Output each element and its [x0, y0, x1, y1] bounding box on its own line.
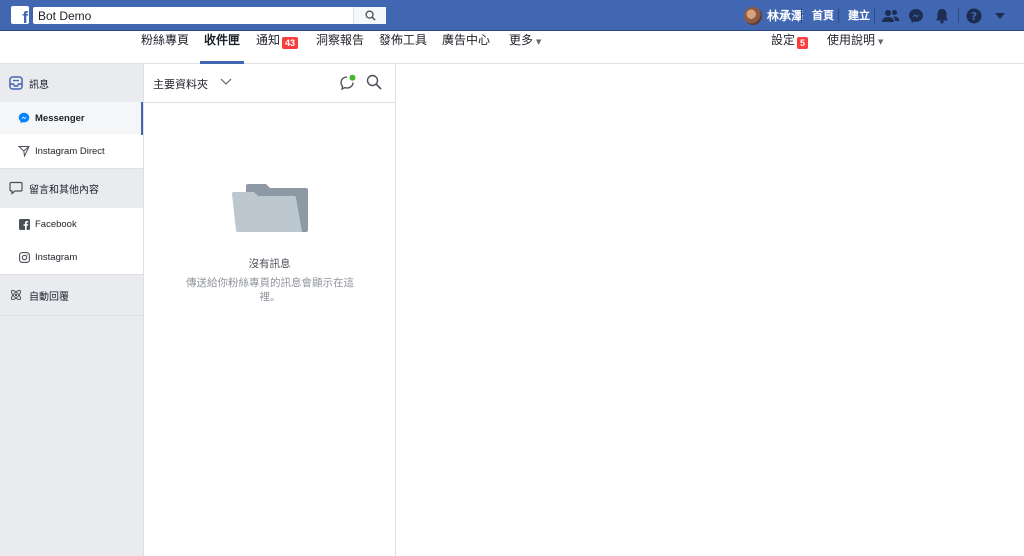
paper-plane-icon [18, 145, 30, 157]
help-question-icon[interactable]: ? [964, 6, 984, 26]
sidebar-item-label: Instagram Direct [35, 145, 105, 157]
nav-notifications[interactable]: 通知 43 [256, 31, 299, 64]
inbox-tray-icon [9, 76, 23, 90]
empty-state-description: 傳送給你粉絲專頁的訊息會顯示在這裡。 [186, 277, 354, 303]
home-link[interactable]: 首頁 [812, 8, 834, 23]
divider [958, 8, 959, 23]
folder-dropdown-label[interactable]: 主要資料夾 [153, 76, 208, 92]
nav-more-label: 更多 [509, 33, 534, 47]
sidebar-section-label: 自動回覆 [29, 291, 69, 303]
account-menu-chevron-down-icon[interactable] [990, 6, 1010, 26]
caret-down-icon: ▼ [536, 38, 542, 46]
sidebar-section-label: 留言和其他內容 [29, 184, 99, 196]
avatar [744, 6, 762, 25]
nav-help-label: 使用說明 [827, 33, 876, 47]
page-nav-bar: 粉絲專頁 收件匣 通知 43 洞察報告 發佈工具 廣告中心 更多 ▼ 設定 5 使用說… [0, 31, 1024, 64]
facebook-icon [18, 218, 30, 230]
caret-down-icon: ▼ [878, 38, 884, 46]
divider [874, 8, 875, 23]
divider [0, 315, 143, 316]
sidebar-section-messages[interactable]: 訊息 [0, 64, 143, 102]
nav-insights[interactable]: 洞察報告 [316, 31, 364, 64]
sidebar-item-facebook[interactable]: Facebook [0, 208, 143, 241]
nav-help[interactable]: 使用說明 ▼ [827, 31, 883, 64]
sidebar-item-label: Instagram [35, 251, 78, 263]
nav-page[interactable]: 粉絲專頁 [141, 31, 189, 64]
nav-notifications-label: 通知 [256, 33, 281, 47]
profile-link[interactable]: 林承澤 [744, 6, 804, 25]
sidebar-section-auto-reply[interactable]: 自動回覆 [0, 276, 143, 314]
create-link[interactable]: 建立 [848, 8, 870, 23]
search-icon[interactable] [366, 74, 382, 90]
sidebar-item-messenger[interactable]: Messenger [0, 102, 143, 135]
conversation-list-panel: 主要資料夾 沒有訊息 傳送給你粉絲專頁的訊息會顯示在這裡。 [144, 64, 396, 556]
search-box [33, 7, 386, 25]
sidebar-item-instagram[interactable]: Instagram [0, 241, 143, 274]
notifications-count-badge: 43 [282, 37, 299, 49]
notifications-bell-icon[interactable] [932, 6, 952, 26]
settings-count-badge: 5 [797, 37, 809, 49]
nav-publishing-tools[interactable]: 發佈工具 [379, 31, 427, 64]
search-button[interactable] [353, 7, 386, 24]
empty-folder-icon [232, 184, 308, 232]
new-message-icon[interactable] [339, 74, 357, 92]
messenger-icon [18, 112, 30, 124]
nav-ad-center[interactable]: 廣告中心 [442, 31, 490, 64]
folder-header: 主要資料夾 [144, 64, 395, 103]
search-icon [364, 10, 376, 21]
nav-settings-label: 設定 [771, 33, 796, 47]
inbox-sidebar: 訊息 Messenger Instagram Direct 留言和其他內容 Fa… [0, 64, 144, 556]
nav-inbox[interactable]: 收件匣 [199, 31, 245, 64]
friend-requests-icon[interactable] [881, 6, 901, 26]
empty-state-title: 沒有訊息 [248, 258, 291, 270]
nav-more[interactable]: 更多 ▼ [509, 31, 541, 64]
svg-text:?: ? [971, 10, 977, 23]
user-name: 林承澤 [767, 9, 804, 23]
messenger-icon[interactable] [906, 6, 926, 26]
sidebar-item-label: Messenger [35, 112, 85, 124]
sidebar-section-comments[interactable]: 留言和其他內容 [0, 169, 143, 207]
speech-bubble-icon [9, 181, 23, 195]
facebook-logo-icon[interactable]: f [11, 6, 29, 24]
chevron-down-icon[interactable] [220, 78, 232, 86]
conversation-view [396, 64, 1024, 556]
sidebar-item-instagram-direct[interactable]: Instagram Direct [0, 135, 143, 168]
top-bar: f 林承澤 首頁 建立 [0, 0, 1024, 31]
sidebar-section-label: 訊息 [29, 79, 49, 91]
search-input[interactable] [33, 7, 321, 25]
nav-settings[interactable]: 設定 5 [771, 31, 809, 64]
divider [801, 8, 802, 23]
divider [0, 274, 143, 275]
instagram-icon [18, 251, 30, 263]
divider [838, 8, 839, 23]
sidebar-item-label: Facebook [35, 218, 77, 230]
atom-icon [9, 288, 23, 302]
